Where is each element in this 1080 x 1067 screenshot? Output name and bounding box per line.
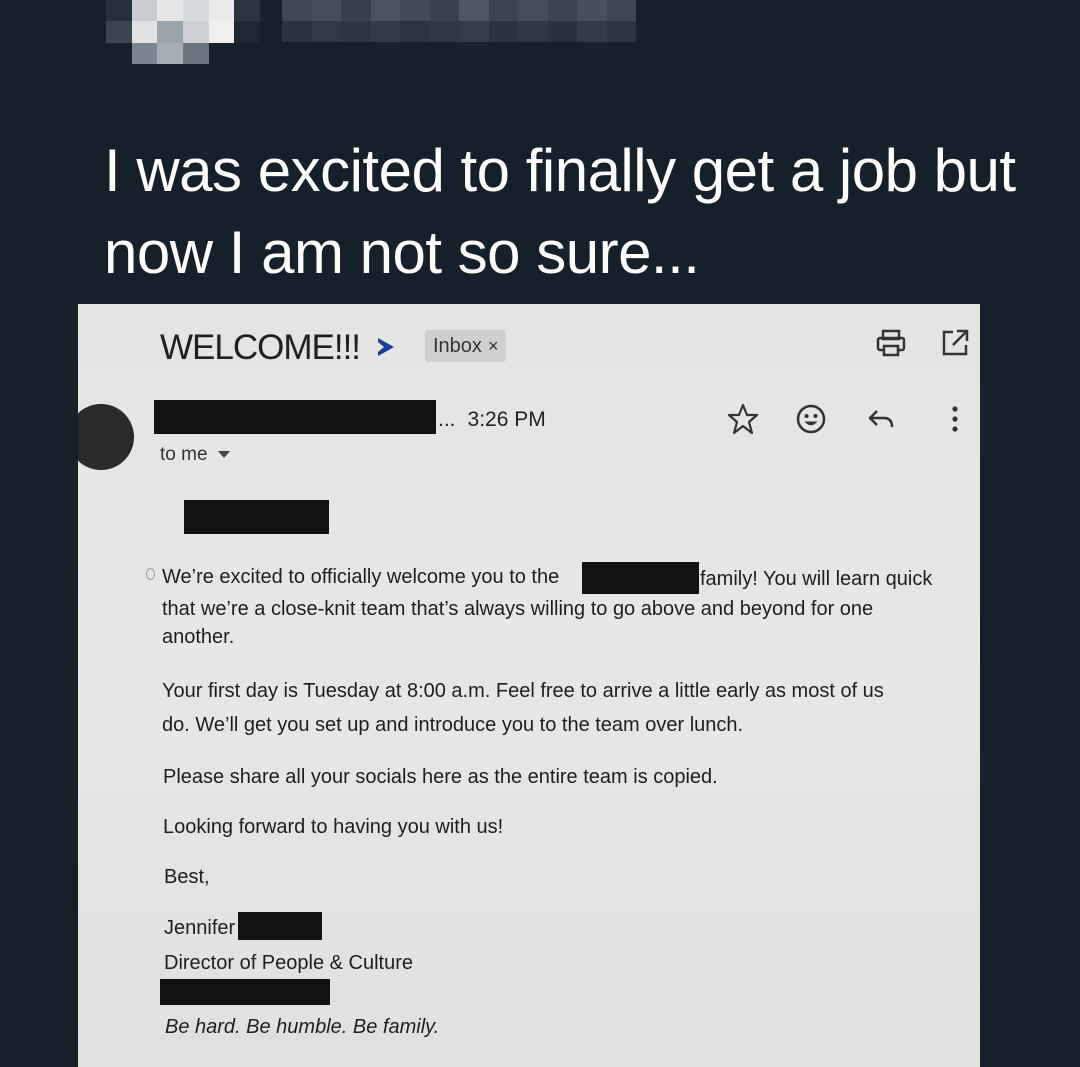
redacted-sender-name [154,400,436,434]
inbox-label-text: Inbox [433,335,482,357]
redacted-recipient-name [184,500,329,534]
signature-title: Director of People & Culture [164,952,414,974]
importance-marker-icon[interactable] [378,338,394,356]
inbox-label-chip[interactable]: Inbox × [425,330,507,362]
email-subject: WELCOME!!! [160,328,361,367]
chevron-down-icon [217,451,230,459]
recipient-label: to me [160,444,208,465]
paragraph-marker-icon [146,568,155,580]
email-time: 3:26 PM [467,408,546,431]
sender-ellipsis: ... [438,408,456,431]
email-timestamp: ... 3:26 PM [438,408,546,432]
body-paragraph-4: Looking forward to having you with us! [163,816,504,838]
body-paragraph-2-line-2: do. We’ll get you set up and introduce y… [162,714,744,736]
open-in-new-window-icon[interactable] [938,326,972,360]
redacted-signature-last-name [238,912,322,940]
body-paragraph-3: Please share all your socials here as th… [163,766,718,788]
remove-label-icon[interactable]: × [488,336,499,356]
body-paragraph-1-line-1b: family! You will learn quick [700,568,933,590]
signature-first-name: Jennifer [164,917,236,939]
emoji-reaction-icon[interactable] [794,402,828,436]
print-icon[interactable] [874,326,908,360]
reply-icon[interactable] [864,402,898,436]
body-paragraph-1-line-1a: We’re excited to officially welcome you … [162,566,560,588]
post-caption: I was excited to finally get a job but n… [104,137,1016,286]
body-paragraph-2-line-1: Your first day is Tuesday at 8:00 a.m. F… [162,680,884,702]
signature-tagline: Be hard. Be humble. Be family. [165,1016,440,1038]
redacted-company-name [582,562,699,594]
recipient-dropdown[interactable]: to me [160,444,230,466]
body-paragraph-1-line-3: another. [162,626,235,648]
pixelated-profile-avatar [106,0,260,64]
sender-avatar[interactable] [78,404,134,470]
email-screenshot-photo: WELCOME!!! Inbox × ... 3:26 PM to me We’… [78,304,980,1067]
more-vertical-icon[interactable] [938,402,972,436]
email-closing: Best, [164,866,210,888]
body-paragraph-1-line-2: that we’re a close-knit team that’s alwa… [162,598,874,620]
pixelated-profile-name [282,0,636,42]
star-icon[interactable] [726,402,760,436]
redacted-signature-company [160,979,330,1005]
